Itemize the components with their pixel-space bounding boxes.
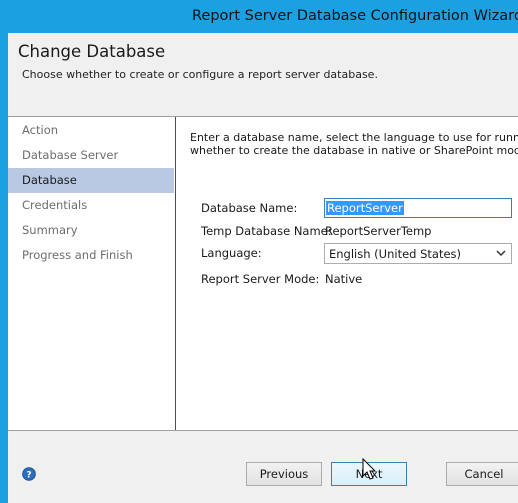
intro-line-2: whether to create the database in native… — [190, 144, 518, 157]
database-name-label: Database Name: — [201, 201, 298, 215]
intro-text: Enter a database name, select the langua… — [190, 131, 518, 157]
nav-item-summary[interactable]: Summary — [8, 218, 174, 243]
page-title: Change Database — [18, 42, 166, 61]
next-button[interactable]: Next — [331, 462, 407, 486]
footer-panel: ? Previous Next Cancel — [8, 431, 518, 503]
intro-line-1: Enter a database name, select the langua… — [190, 131, 518, 144]
nav-item-progress-and-finish[interactable]: Progress and Finish — [8, 243, 174, 268]
wizard-body: Action Database Server Database Credenti… — [8, 117, 518, 430]
report-server-mode-value: Native — [325, 272, 363, 286]
title-bar[interactable]: Report Server Database Configuration Wiz… — [0, 0, 518, 33]
report-server-mode-label: Report Server Mode: — [201, 272, 320, 286]
chevron-down-icon — [496, 250, 506, 257]
language-selected-value: English (United States) — [329, 247, 462, 261]
database-name-value: ReportServer — [326, 201, 404, 215]
window-title: Report Server Database Configuration Wiz… — [192, 8, 518, 24]
language-select[interactable]: English (United States) — [324, 243, 512, 264]
nav-item-database[interactable]: Database — [8, 168, 174, 193]
temp-database-name-value: ReportServerTemp — [325, 224, 432, 238]
page-subtitle: Choose whether to create or configure a … — [22, 68, 378, 81]
nav-item-credentials[interactable]: Credentials — [8, 193, 174, 218]
wizard-window: Report Server Database Configuration Wiz… — [0, 0, 518, 503]
header-panel: Change Database Choose whether to create… — [8, 33, 518, 116]
language-label: Language: — [201, 246, 262, 260]
nav-item-database-server[interactable]: Database Server — [8, 143, 174, 168]
temp-database-name-label: Temp Database Name: — [201, 224, 332, 238]
wizard-steps-nav: Action Database Server Database Credenti… — [8, 117, 176, 430]
previous-button[interactable]: Previous — [246, 462, 322, 486]
cancel-button[interactable]: Cancel — [446, 462, 518, 486]
nav-item-action[interactable]: Action — [8, 118, 174, 143]
help-icon[interactable]: ? — [22, 467, 36, 481]
content-panel: Enter a database name, select the langua… — [176, 117, 518, 430]
svg-text:?: ? — [26, 471, 31, 481]
